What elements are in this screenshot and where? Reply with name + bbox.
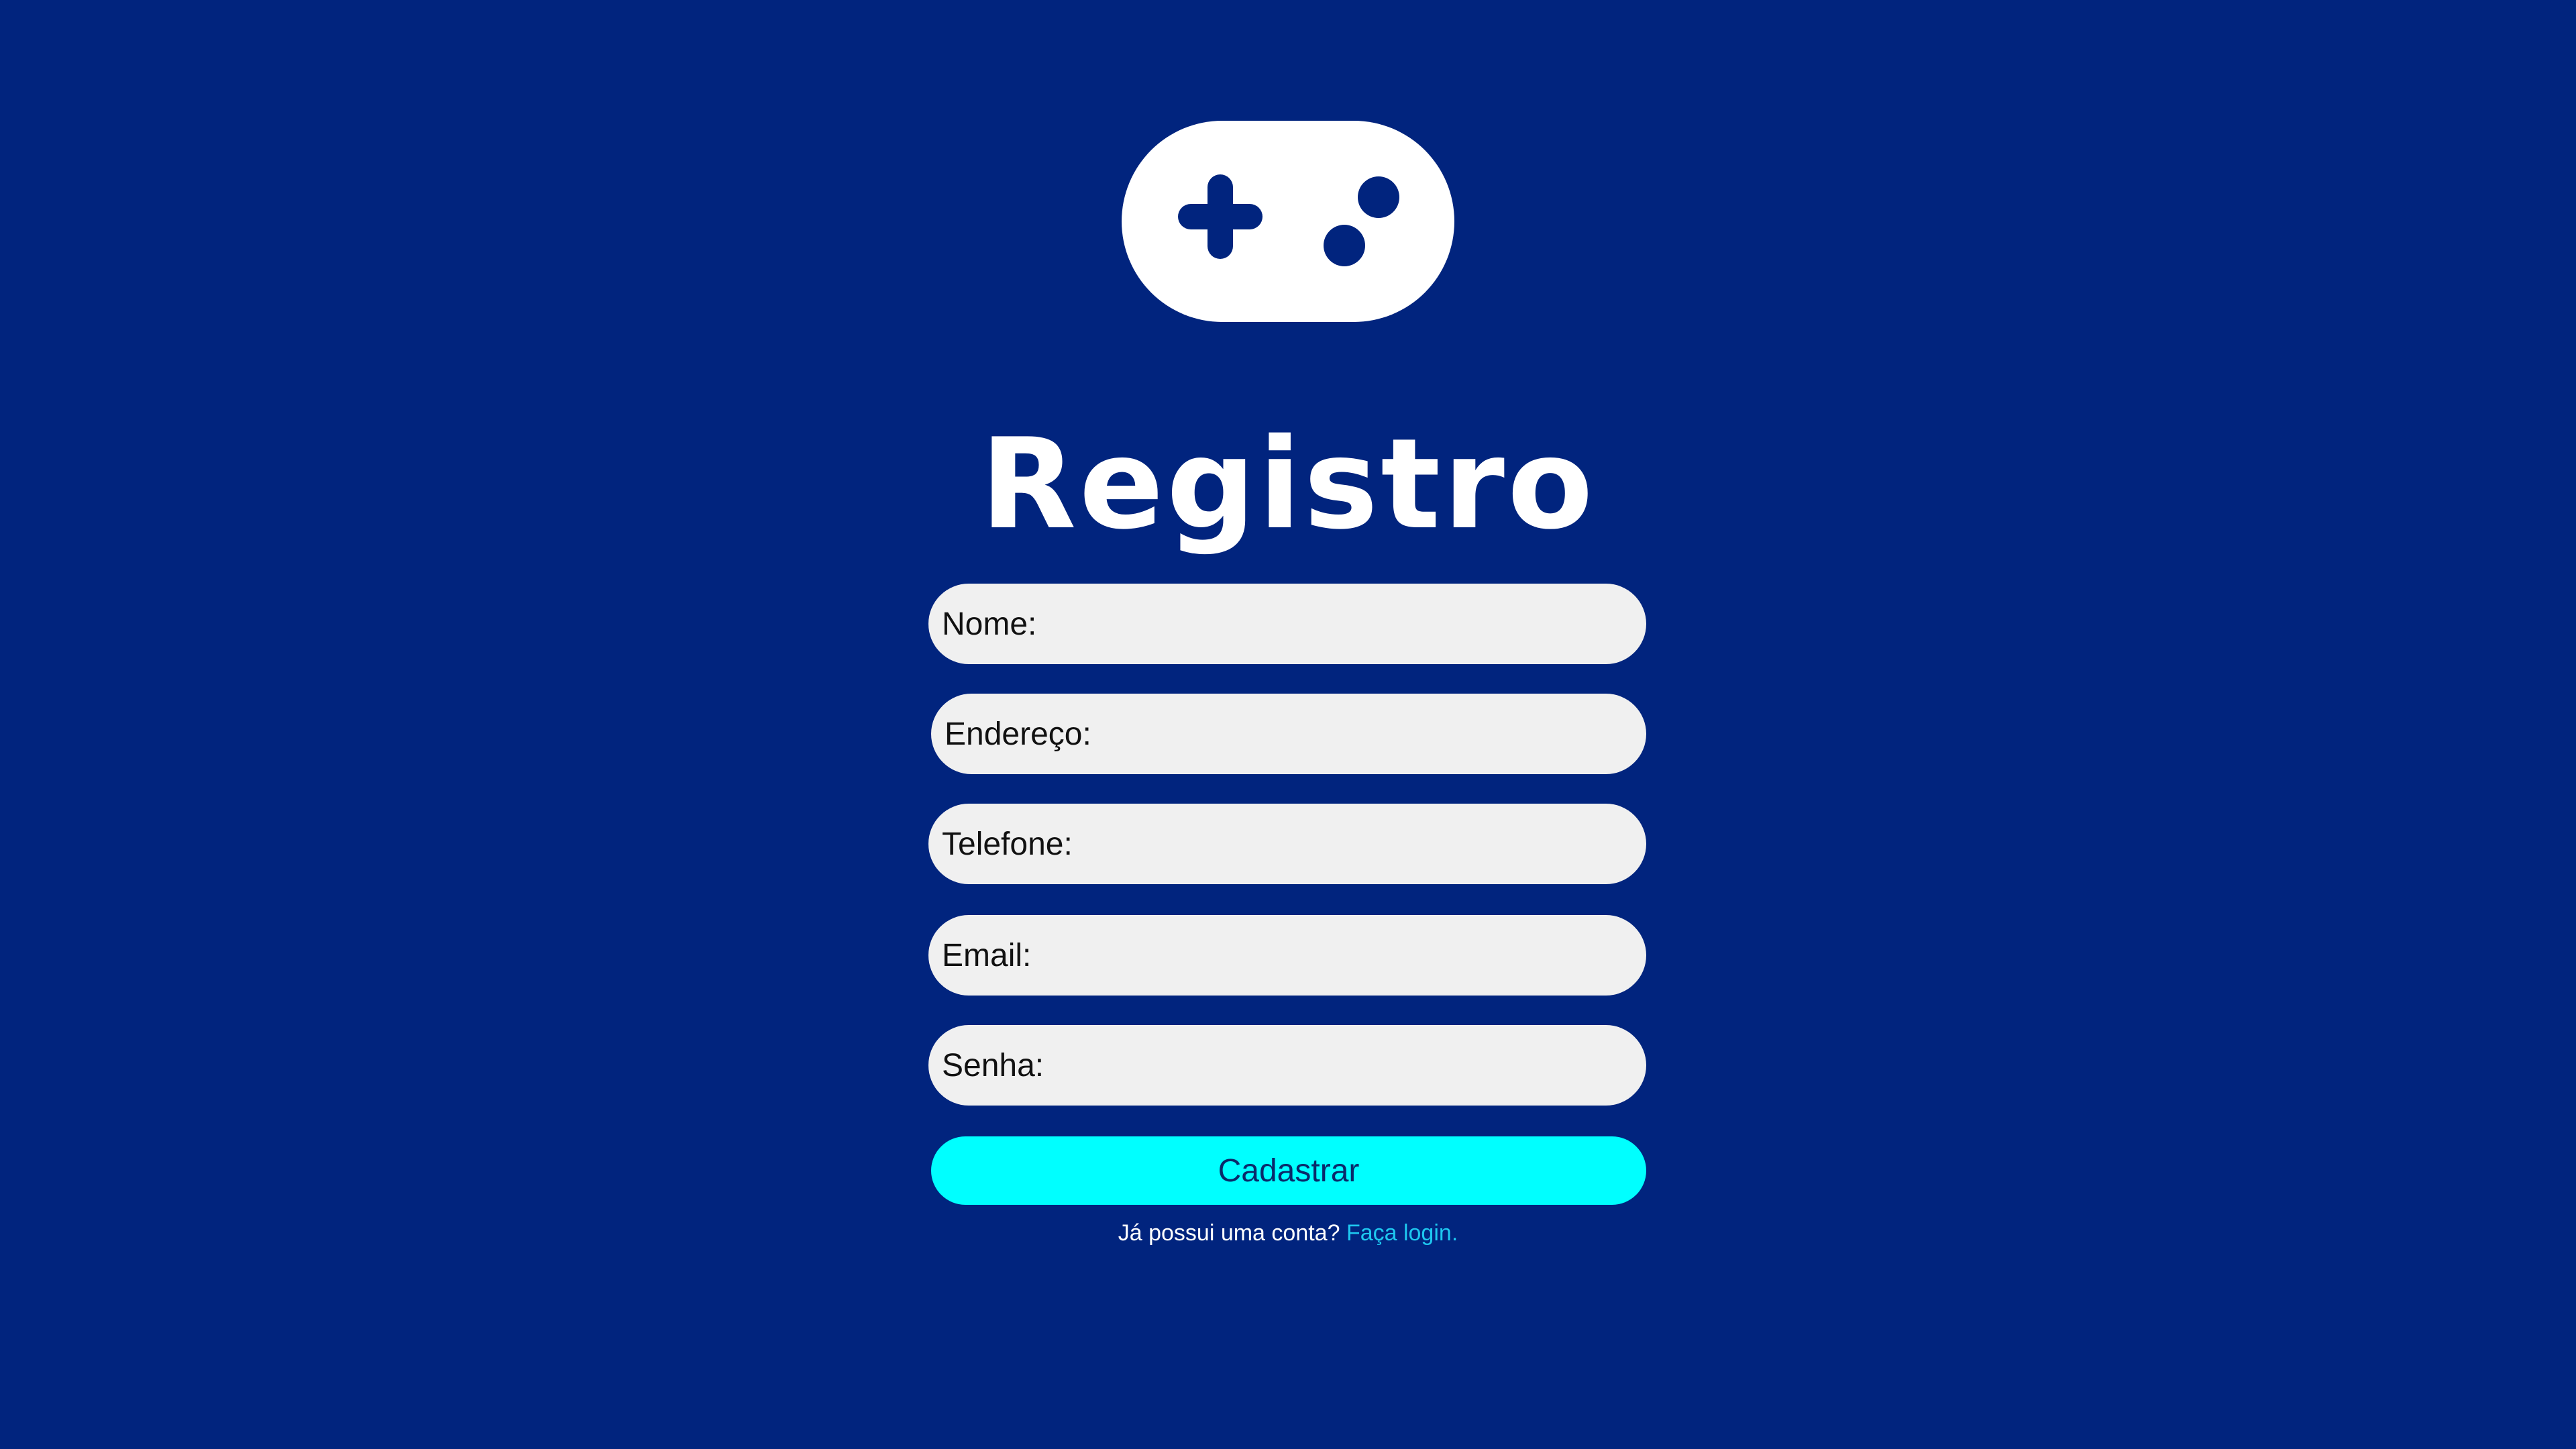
login-prompt-text: Já possui uma conta? — [1118, 1220, 1346, 1246]
page-title: Registro — [980, 411, 1596, 557]
gamepad-icon — [1122, 121, 1454, 322]
login-prompt: Já possui uma conta? Faça login. — [0, 1217, 2576, 1249]
phone-field[interactable] — [928, 804, 1646, 884]
address-field[interactable] — [931, 694, 1646, 774]
email-field[interactable] — [928, 915, 1646, 996]
submit-button[interactable]: Cadastrar — [931, 1136, 1646, 1205]
name-field[interactable] — [928, 584, 1646, 664]
registration-page: Registro Cadastrar Já possui uma conta? … — [0, 0, 2576, 1449]
login-prompt-suffix: . — [1451, 1220, 1458, 1246]
password-field[interactable] — [928, 1025, 1646, 1106]
login-link[interactable]: Faça login — [1346, 1220, 1452, 1246]
